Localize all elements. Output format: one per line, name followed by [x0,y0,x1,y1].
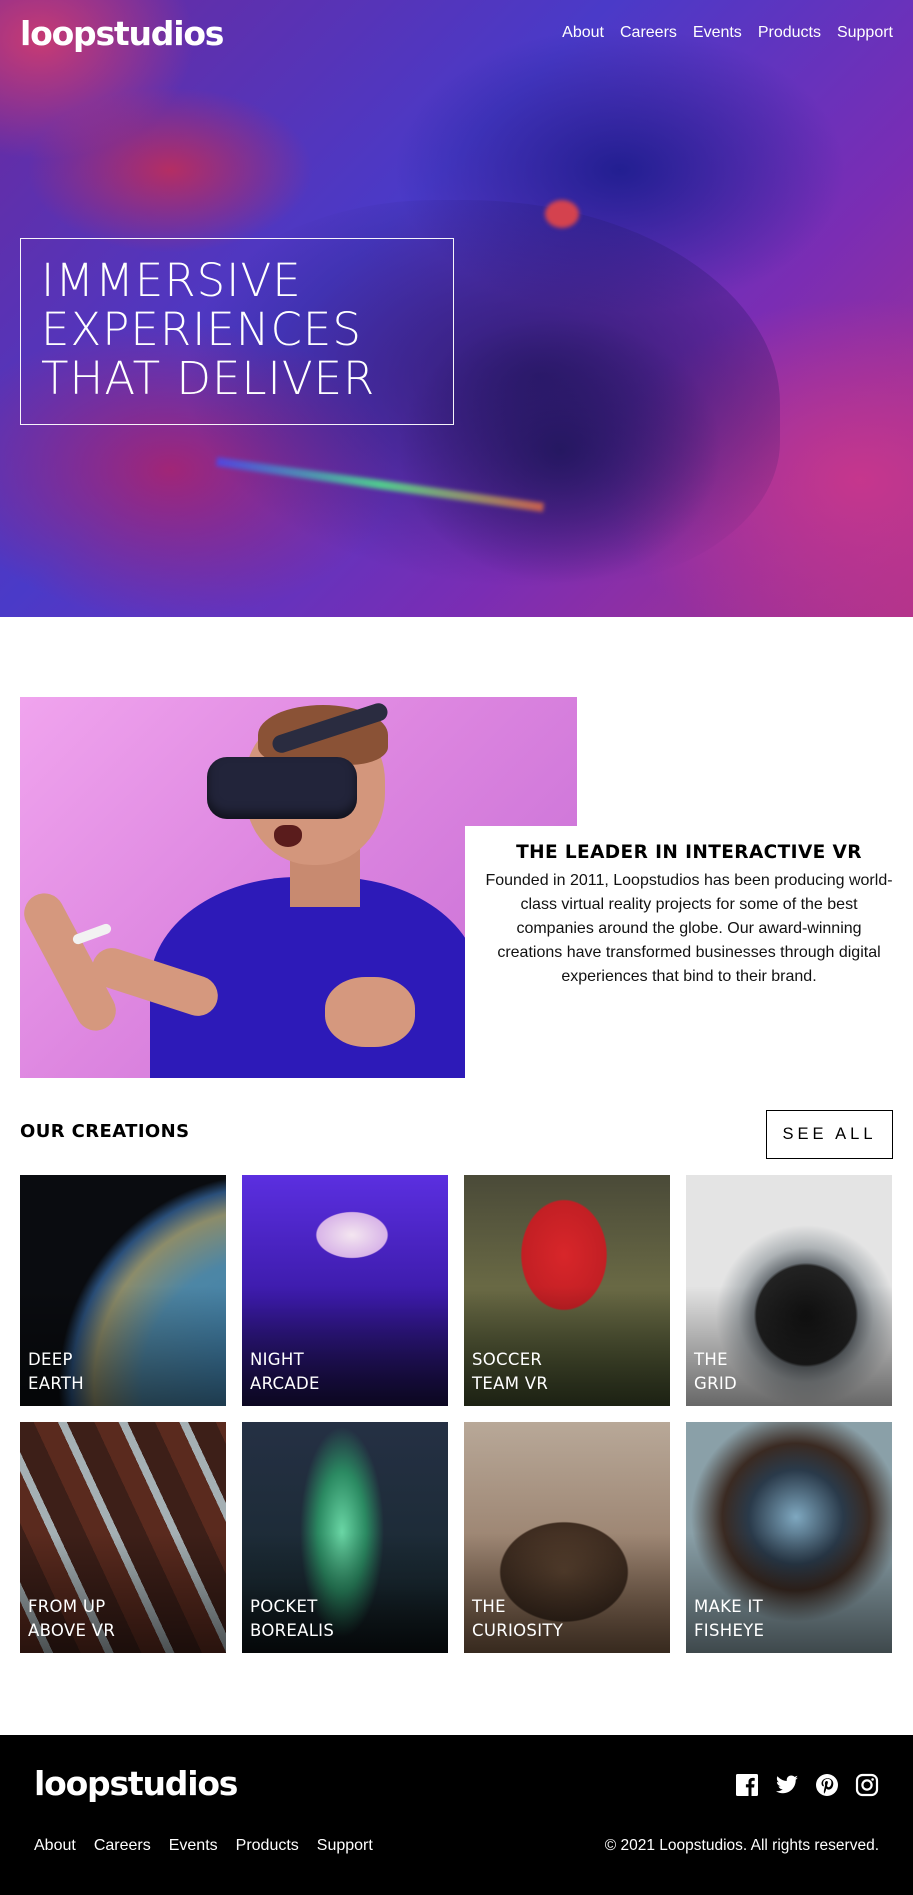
nav-link-support[interactable]: Support [837,24,893,42]
creation-card-pocket-borealis[interactable]: Pocket Borealis [242,1422,448,1653]
footer-nav: About Careers Events Products Support [34,1837,373,1855]
hero-headline-line: EXPERIENCES [41,303,362,356]
main-nav: About Careers Events Products Support [562,24,893,42]
creation-card-label-line: The [472,1597,506,1616]
nav-link-about[interactable]: About [562,24,604,42]
creation-card-label-line: Night [250,1350,304,1369]
footer-link-careers[interactable]: Careers [94,1837,151,1855]
nav-link-events[interactable]: Events [693,24,742,42]
hero-headline-box: IMMERSIVE EXPERIENCES THAT DELIVER [20,238,454,425]
creation-card-label-line: Pocket [250,1597,318,1616]
intro-text: Founded in 2011, Loopstudios has been pr… [485,872,893,985]
pinterest-icon[interactable] [815,1773,839,1797]
creation-card-label: Make it Fisheye [694,1595,874,1643]
creation-card-label-line: The [694,1350,728,1369]
intro-card: THE LEADER IN INTERACTIVE VR Founded in … [465,826,913,1078]
creation-card-label-line: Borealis [250,1621,335,1640]
footer-link-events[interactable]: Events [169,1837,218,1855]
creation-card-label-line: Soccer [472,1350,543,1369]
creation-card-label: From up above VR [28,1595,208,1643]
copyright-text: © 2021 Loopstudios. All rights reserved. [604,1837,879,1854]
creation-card-soccer-team-vr[interactable]: Soccer Team VR [464,1175,670,1406]
creation-card-label: Night Arcade [250,1348,430,1396]
creation-card-night-arcade[interactable]: Night Arcade [242,1175,448,1406]
nav-link-products[interactable]: Products [758,24,821,42]
footer-link-products[interactable]: Products [236,1837,299,1855]
hero-section: loopstudios About Careers Events Product… [0,0,913,617]
creation-card-label: Soccer Team VR [472,1348,652,1396]
vr-person-wristband [71,922,113,946]
creation-card-from-up-above-vr[interactable]: From up above VR [20,1422,226,1653]
creation-card-label: The Grid [694,1348,874,1396]
creation-card-label: Deep Earth [28,1348,208,1396]
vr-person-mouth [274,825,302,847]
creation-card-the-curiosity[interactable]: The Curiosity [464,1422,670,1653]
creation-card-label-line: Earth [28,1374,84,1393]
twitter-icon[interactable] [775,1773,799,1797]
creation-card-label-line: above VR [28,1621,116,1640]
creations-grid: Deep Earth Night Arcade Soccer Team VR T… [20,1175,893,1653]
creation-card-label-line: From up [28,1597,106,1616]
social-links [735,1773,879,1797]
facebook-icon[interactable] [735,1773,759,1797]
footer-link-about[interactable]: About [34,1837,76,1855]
creation-card-label-line: Deep [28,1350,73,1369]
creation-card-label: Pocket Borealis [250,1595,430,1643]
creation-card-label-line: Make it [694,1597,764,1616]
creation-card-label-line: Curiosity [472,1621,564,1640]
vr-person-hand [325,977,415,1047]
creation-card-the-grid[interactable]: The Grid [686,1175,892,1406]
site-footer: loopstudios About Careers Events Product… [0,1735,913,1895]
footer-logo[interactable]: loopstudios [34,1764,238,1803]
vr-headset [207,757,357,819]
instagram-icon[interactable] [855,1773,879,1797]
see-all-button[interactable]: SEE ALL [766,1110,893,1159]
creation-card-make-it-fisheye[interactable]: Make it Fisheye [686,1422,892,1653]
intro-title: THE LEADER IN INTERACTIVE VR [516,842,862,863]
creation-card-deep-earth[interactable]: Deep Earth [20,1175,226,1406]
hero-light-dot [545,200,579,228]
creation-card-label-line: Fisheye [694,1621,765,1640]
creation-card-label: The Curiosity [472,1595,652,1643]
creation-card-label-line: Arcade [250,1374,320,1393]
creation-card-label-line: Grid [694,1374,738,1393]
site-logo[interactable]: loopstudios [20,14,224,53]
hero-headline-line: THAT DELIVER [41,352,376,405]
footer-link-support[interactable]: Support [317,1837,373,1855]
creations-title: OUR CREATIONS [20,1121,190,1142]
creation-card-label-line: Team VR [472,1374,549,1393]
hero-headline-line: IMMERSIVE [41,254,302,307]
nav-link-careers[interactable]: Careers [620,24,677,42]
